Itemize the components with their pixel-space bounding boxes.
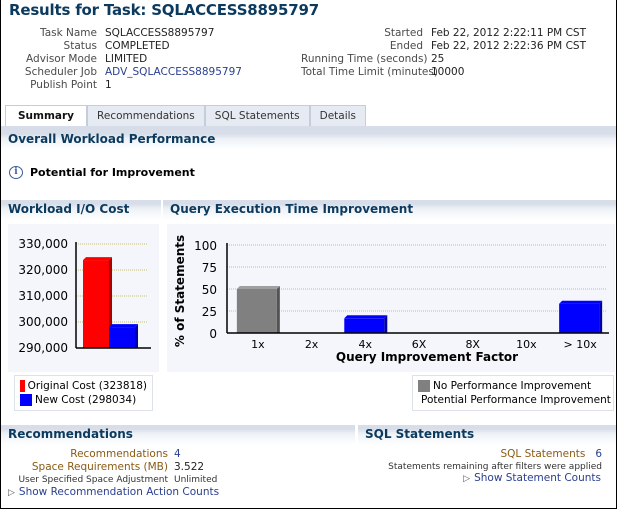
x-tick-label: 1x xyxy=(251,338,265,351)
sql-statements-header: SQL Statements xyxy=(358,425,616,445)
scheduler-job-link[interactable]: ADV_SQLACCESS8895797 xyxy=(97,66,242,79)
advisor-mode-label: Advisor Mode xyxy=(26,53,97,65)
tab-summary[interactable]: Summary xyxy=(5,105,88,127)
y-tick-label: 0 xyxy=(209,327,217,341)
ended-label: Ended xyxy=(389,40,423,52)
bar xyxy=(236,289,277,333)
task-info-right: Started Feb 22, 2012 2:22:11 PM CST Ended… xyxy=(301,27,586,79)
legend-swatch-blue xyxy=(20,394,32,406)
improvement-message: i Potential for Improvement xyxy=(9,166,195,179)
bar-side xyxy=(599,300,603,333)
bar xyxy=(83,260,109,348)
improvement-text: Potential for Improvement xyxy=(30,166,195,179)
legend-swatch-gray xyxy=(418,380,430,392)
y-tick-label: 330,000 xyxy=(18,237,68,251)
io-cost-legend: Original Cost (323818) New Cost (298034) xyxy=(14,375,153,411)
started-label: Started xyxy=(384,27,423,39)
sql-statements-count-link[interactable]: 6 xyxy=(585,448,602,461)
advisor-mode-value: LIMITED xyxy=(105,53,148,65)
bar-side xyxy=(384,315,388,333)
status-label: Status xyxy=(63,40,97,52)
y-tick-label: 25 xyxy=(202,305,217,319)
io-cost-header: Workload I/O Cost xyxy=(1,200,161,220)
bar xyxy=(109,327,135,348)
task-name-label: Task Name xyxy=(40,27,97,39)
sql-statements-label: SQL Statements xyxy=(500,448,586,460)
disclose-label: Show Statement Counts xyxy=(474,472,601,484)
x-tick-label: 10x xyxy=(516,338,537,351)
legend-swatch-red xyxy=(20,380,25,392)
legend-label: Original Cost (323818) xyxy=(27,380,147,392)
tab-sql-statements[interactable]: SQL Statements xyxy=(204,105,310,127)
io-cost-chart-panel: 290,000 300,000 310,000 320,000 330,000 xyxy=(8,224,159,372)
publish-point-label: Publish Point xyxy=(30,79,97,91)
started-value: Feb 22, 2012 2:22:11 PM CST xyxy=(431,27,586,39)
scheduler-job-label: Scheduler Job xyxy=(24,66,97,78)
space-requirements-value: 3.522 xyxy=(174,461,205,473)
recommendations-count-label: Recommendations xyxy=(70,448,168,460)
y-tick-label: 50 xyxy=(202,283,217,297)
x-tick-label: > 10x xyxy=(564,338,598,351)
show-statement-counts[interactable]: ▷ Show Statement Counts xyxy=(463,472,601,484)
sql-statements-info: SQL Statements 6 Statements remaining aft… xyxy=(388,448,602,474)
recommendations-count-link[interactable]: 4 xyxy=(168,448,181,461)
legend-no-improvement: No Performance Improvement xyxy=(418,379,608,393)
bar-side xyxy=(135,324,138,348)
running-time-label: Running Time (seconds) xyxy=(301,53,428,65)
legend-label: New Cost (298034) xyxy=(35,394,137,406)
y-axis-label: % of Statements xyxy=(173,235,187,347)
bar xyxy=(344,318,385,333)
y-tick-label: 300,000 xyxy=(18,315,68,329)
overall-workload-header: Overall Workload Performance xyxy=(1,130,616,150)
y-tick-label: 100 xyxy=(194,239,217,253)
task-name-value: SQLACCESS8895797 xyxy=(105,27,215,39)
disclosure-triangle-icon: ▷ xyxy=(8,488,15,498)
show-recommendation-action-counts[interactable]: ▷ Show Recommendation Action Counts xyxy=(8,486,219,498)
time-limit-label: Total Time Limit (minutes) xyxy=(301,66,438,78)
disclosure-triangle-icon: ▷ xyxy=(463,474,471,484)
status-value: COMPLETED xyxy=(105,40,170,52)
space-requirements-label: Space Requirements (MB) xyxy=(31,461,168,473)
task-info-left: Task Name SQLACCESS8895797 Status COMPLETE… xyxy=(1,27,242,92)
legend-label: No Performance Improvement xyxy=(433,380,592,392)
bar-top xyxy=(344,315,388,319)
y-tick-label: 75 xyxy=(202,261,217,275)
tab-recommendations[interactable]: Recommendations xyxy=(87,105,205,127)
disclose-label: Show Recommendation Action Counts xyxy=(18,486,220,498)
bar xyxy=(559,303,600,333)
x-tick-label: 2x xyxy=(305,338,319,351)
legend-potential-improvement: Potential Performance Improvement xyxy=(418,393,611,407)
running-time-value: 25 xyxy=(431,53,445,65)
time-limit-value: 10000 xyxy=(431,66,465,78)
info-icon: i xyxy=(9,166,23,179)
recommendations-info: Recommendations 4 Space Requirements (MB)… xyxy=(1,448,217,487)
bar-top xyxy=(109,324,138,328)
bar-side xyxy=(276,286,280,333)
page-title: Results for Task: SQLACCESS8895797 xyxy=(9,1,319,19)
qeti-chart: 02550751001x 2x 4x 6X 8X 10x > 10xQuery Improv… xyxy=(173,235,609,364)
x-axis-label: Query Improvement Factor xyxy=(336,350,518,364)
bar-top xyxy=(559,300,603,304)
bar-top xyxy=(236,286,280,289)
ended-value: Feb 22, 2012 2:22:36 PM CST xyxy=(431,40,586,52)
qeti-chart-panel: 0 25 50 75 100 1x 2x 4x 6X 8X 10x > 10x Query Improv… xyxy=(167,224,615,372)
io-cost-chart: 290,000 300,000 310,000 320,000 330,000 xyxy=(18,237,151,355)
legend-label: Potential Performance Improvement xyxy=(421,394,611,406)
qeti-legend: No Performance Improvement Potential Per… xyxy=(412,375,614,411)
tab-bar: Summary Recommendations SQL Statements D… xyxy=(5,105,367,127)
y-tick-label: 310,000 xyxy=(18,289,68,303)
tab-details[interactable]: Details xyxy=(309,105,367,127)
qeti-header: Query Execution Time Improvement xyxy=(163,200,616,220)
bar-top xyxy=(83,257,112,261)
publish-point-value: 1 xyxy=(105,79,112,91)
legend-original-cost: Original Cost (323818) xyxy=(20,379,147,393)
y-tick-label: 290,000 xyxy=(18,341,68,355)
legend-new-cost: New Cost (298034) xyxy=(20,393,147,407)
recommendations-header: Recommendations xyxy=(1,425,355,445)
y-tick-label: 320,000 xyxy=(18,263,68,277)
